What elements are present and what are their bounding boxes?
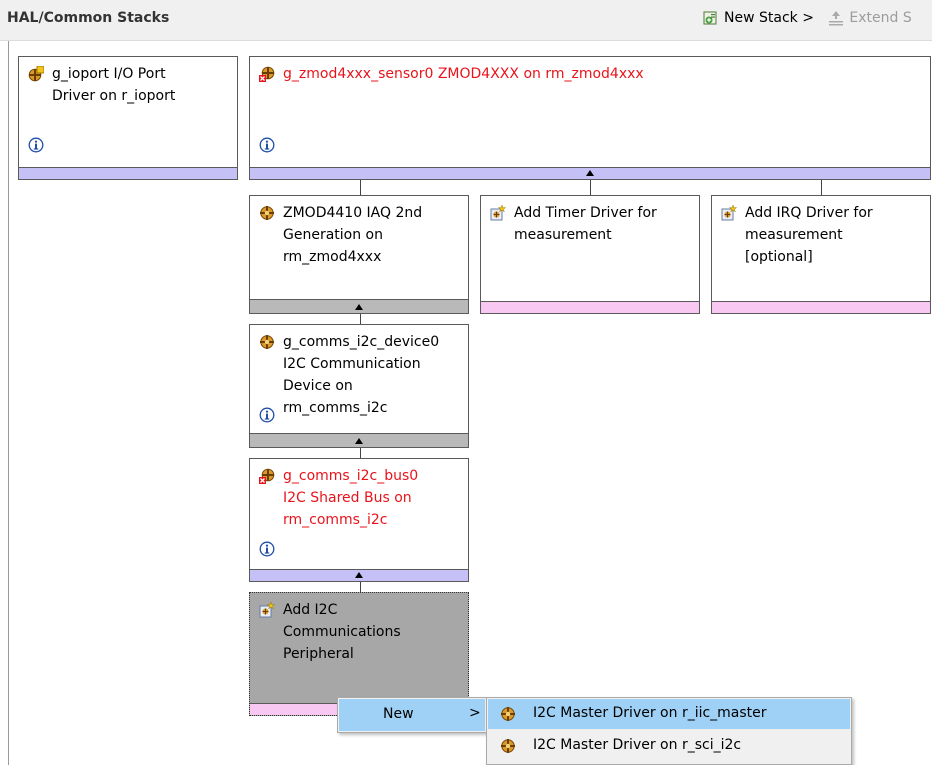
expand-up-arrow[interactable] <box>586 170 594 176</box>
module-i2c-bus-line1: g_comms_i2c_bus0 <box>283 468 419 484</box>
component-icon <box>259 334 275 350</box>
module-i2c-device-line4: rm_comms_i2c <box>283 400 388 416</box>
add-irq-driver[interactable]: Add IRQ Driver for measurement [optional… <box>711 195 931 314</box>
module-iaq-line2: Generation on <box>283 227 383 243</box>
add-irq-label: Add IRQ Driver for measurement [optional… <box>745 202 873 268</box>
module-sensor-label: g_zmod4xxx_sensor0 ZMOD4XXX on rm_zmod4x… <box>283 66 644 82</box>
connector-line <box>360 582 361 592</box>
add-irq-line2: measurement <box>745 227 843 243</box>
component-icon <box>259 205 275 221</box>
header-toolbar: New Stack > Extend S <box>703 10 912 30</box>
context-menu: New > <box>337 697 487 733</box>
add-timer-label: Add Timer Driver for measurement <box>514 202 657 246</box>
extend-stack-icon <box>828 10 844 26</box>
connector-line <box>360 448 361 458</box>
menu-item-new[interactable]: New > <box>339 699 485 731</box>
info-icon[interactable] <box>259 541 275 557</box>
module-i2c-bus[interactable]: g_comms_i2c_bus0 I2C Shared Bus on rm_co… <box>249 458 469 582</box>
module-ioport-line2: Driver on r_ioport <box>52 88 176 104</box>
add-module-icon <box>259 602 275 618</box>
module-i2c-bus-line2: I2C Shared Bus on <box>283 490 412 506</box>
component-error-icon <box>259 468 275 484</box>
menu-item-iic-master-label: I2C Master Driver on r_iic_master <box>533 705 767 721</box>
module-ioport[interactable]: g_ioport I/O Port Driver on r_ioport <box>18 56 238 180</box>
module-iaq-line1: ZMOD4410 IAQ 2nd <box>283 205 423 221</box>
connector-line <box>360 180 361 195</box>
add-i2c-line1: Add I2C <box>283 602 338 618</box>
add-timer-line2: measurement <box>514 227 612 243</box>
component-icon <box>500 738 516 754</box>
component-warning-icon <box>28 66 44 82</box>
module-sensor-bar <box>250 167 930 179</box>
section-title: HAL/Common Stacks <box>7 10 170 26</box>
add-i2c-label: Add I2C Communications Peripheral <box>283 599 401 665</box>
module-i2c-device-label: g_comms_i2c_device0 I2C Communication De… <box>283 331 439 419</box>
new-stack-button[interactable]: New Stack > <box>703 10 814 26</box>
add-irq-line1: Add IRQ Driver for <box>745 205 873 221</box>
info-icon[interactable] <box>259 407 275 423</box>
new-stack-label: New Stack > <box>724 10 814 26</box>
new-stack-icon <box>703 10 719 26</box>
add-timer-driver[interactable]: Add Timer Driver for measurement <box>480 195 700 314</box>
expand-up-arrow[interactable] <box>355 304 363 310</box>
module-iaq-label: ZMOD4410 IAQ 2nd Generation on rm_zmod4x… <box>283 202 422 268</box>
module-ioport-bar <box>19 167 237 179</box>
module-i2c-device-line1: g_comms_i2c_device0 <box>283 334 440 350</box>
stacks-header: HAL/Common Stacks New Stack > Extend S <box>0 0 932 41</box>
extend-stack-label: Extend S <box>849 10 912 26</box>
connector-line <box>821 180 822 195</box>
module-i2c-device-line2: I2C Communication <box>283 356 421 372</box>
add-module-icon <box>721 205 737 221</box>
info-icon[interactable] <box>259 137 275 153</box>
add-module-icon <box>490 205 506 221</box>
menu-item-sci-i2c[interactable]: I2C Master Driver on r_sci_i2c <box>488 731 850 761</box>
add-timer-bar <box>481 301 699 313</box>
submenu-new: I2C Master Driver on r_iic_master I2C Ma… <box>486 697 852 765</box>
expand-up-arrow[interactable] <box>355 572 363 578</box>
menu-item-sci-i2c-label: I2C Master Driver on r_sci_i2c <box>533 737 742 753</box>
module-iaq-2nd-gen[interactable]: ZMOD4410 IAQ 2nd Generation on rm_zmod4x… <box>249 195 469 314</box>
module-ioport-line1: g_ioport I/O Port <box>52 66 166 82</box>
module-zmod4xxx-sensor[interactable]: g_zmod4xxx_sensor0 ZMOD4XXX on rm_zmod4x… <box>249 56 931 180</box>
add-irq-line3: [optional] <box>745 249 813 265</box>
module-i2c-bus-label: g_comms_i2c_bus0 I2C Shared Bus on rm_co… <box>283 465 418 531</box>
module-i2c-bus-line3: rm_comms_i2c <box>283 512 388 528</box>
component-icon <box>500 706 516 722</box>
menu-item-new-label: New <box>383 706 414 722</box>
add-timer-line1: Add Timer Driver for <box>514 205 657 221</box>
canvas-left-border <box>8 41 9 765</box>
module-ioport-label: g_ioport I/O Port Driver on r_ioport <box>52 63 175 107</box>
connector-line <box>590 180 591 195</box>
submenu-arrow-icon: > <box>469 705 481 721</box>
module-i2c-device[interactable]: g_comms_i2c_device0 I2C Communication De… <box>249 324 469 448</box>
module-i2c-bus-bar <box>250 569 468 581</box>
module-iaq-bar <box>250 299 468 313</box>
add-i2c-line3: Peripheral <box>283 646 354 662</box>
component-error-icon <box>259 66 275 82</box>
expand-up-arrow[interactable] <box>355 438 363 444</box>
extend-stack-button[interactable]: Extend S <box>828 10 912 26</box>
module-i2c-device-bar <box>250 433 468 447</box>
connector-line <box>360 314 361 324</box>
add-irq-bar <box>712 301 930 313</box>
menu-item-iic-master[interactable]: I2C Master Driver on r_iic_master <box>488 699 850 729</box>
module-i2c-device-line3: Device on <box>283 378 353 394</box>
module-iaq-line3: rm_zmod4xxx <box>283 249 382 265</box>
info-icon[interactable] <box>28 137 44 153</box>
add-i2c-line2: Communications <box>283 624 401 640</box>
